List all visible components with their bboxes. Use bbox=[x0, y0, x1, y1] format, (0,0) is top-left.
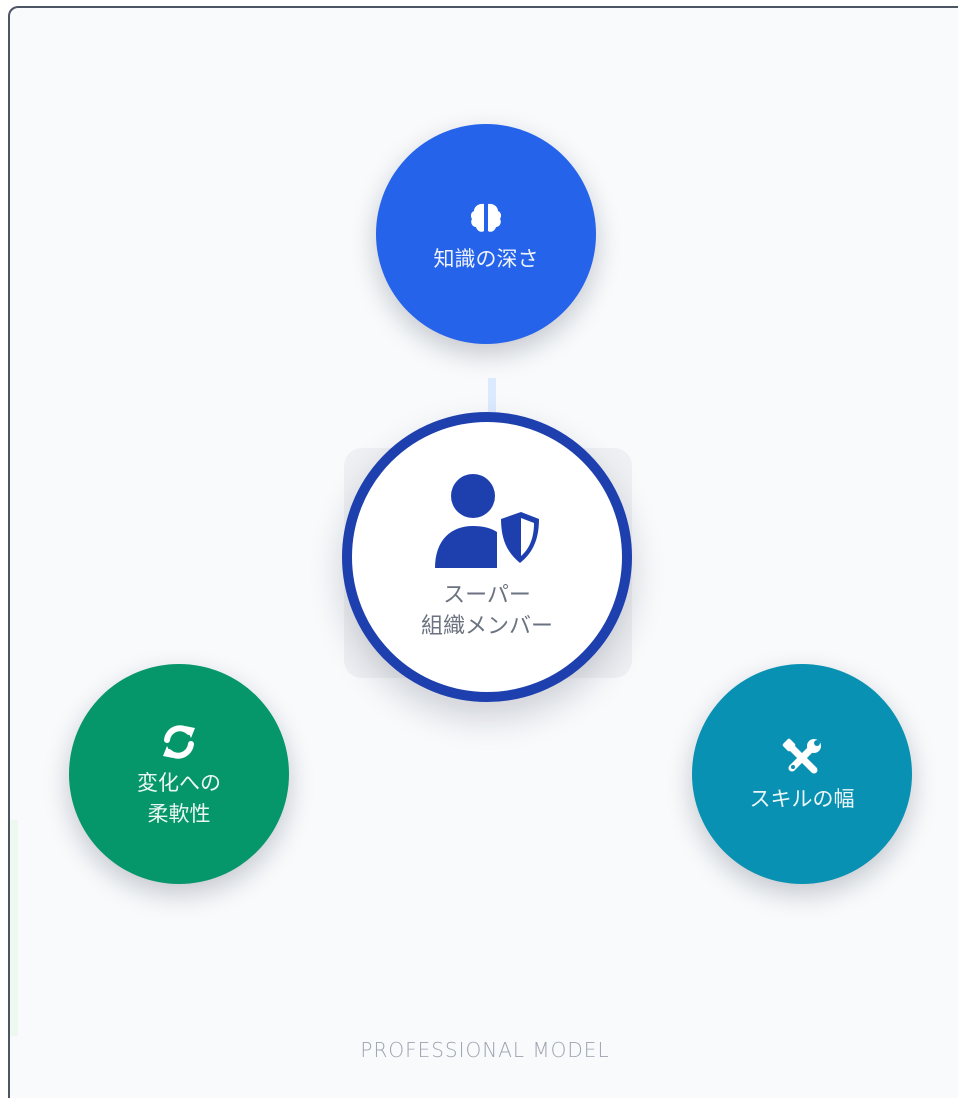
tools-icon bbox=[782, 738, 821, 773]
side-accent bbox=[10, 820, 18, 1036]
refresh-icon bbox=[163, 725, 195, 759]
diagram-frame: 知識の深さ 変化への 柔軟性 スキルの幅 スーパー 組織メンバー PROFESS… bbox=[8, 6, 958, 1098]
skill-breadth-node: スキルの幅 bbox=[692, 664, 912, 884]
user-shield-icon bbox=[435, 474, 543, 568]
super-member-center-node: スーパー 組織メンバー bbox=[342, 412, 632, 702]
brain-icon bbox=[470, 203, 502, 232]
skill-breadth-label: スキルの幅 bbox=[749, 786, 855, 811]
knowledge-depth-node: 知識の深さ bbox=[376, 124, 596, 344]
knowledge-depth-label: 知識の深さ bbox=[433, 246, 539, 271]
super-member-label: スーパー 組織メンバー bbox=[420, 583, 553, 639]
model-caption: PROFESSIONAL MODEL bbox=[360, 1038, 610, 1062]
flexibility-node: 変化への 柔軟性 bbox=[69, 664, 289, 884]
flexibility-label: 変化への 柔軟性 bbox=[137, 771, 221, 826]
